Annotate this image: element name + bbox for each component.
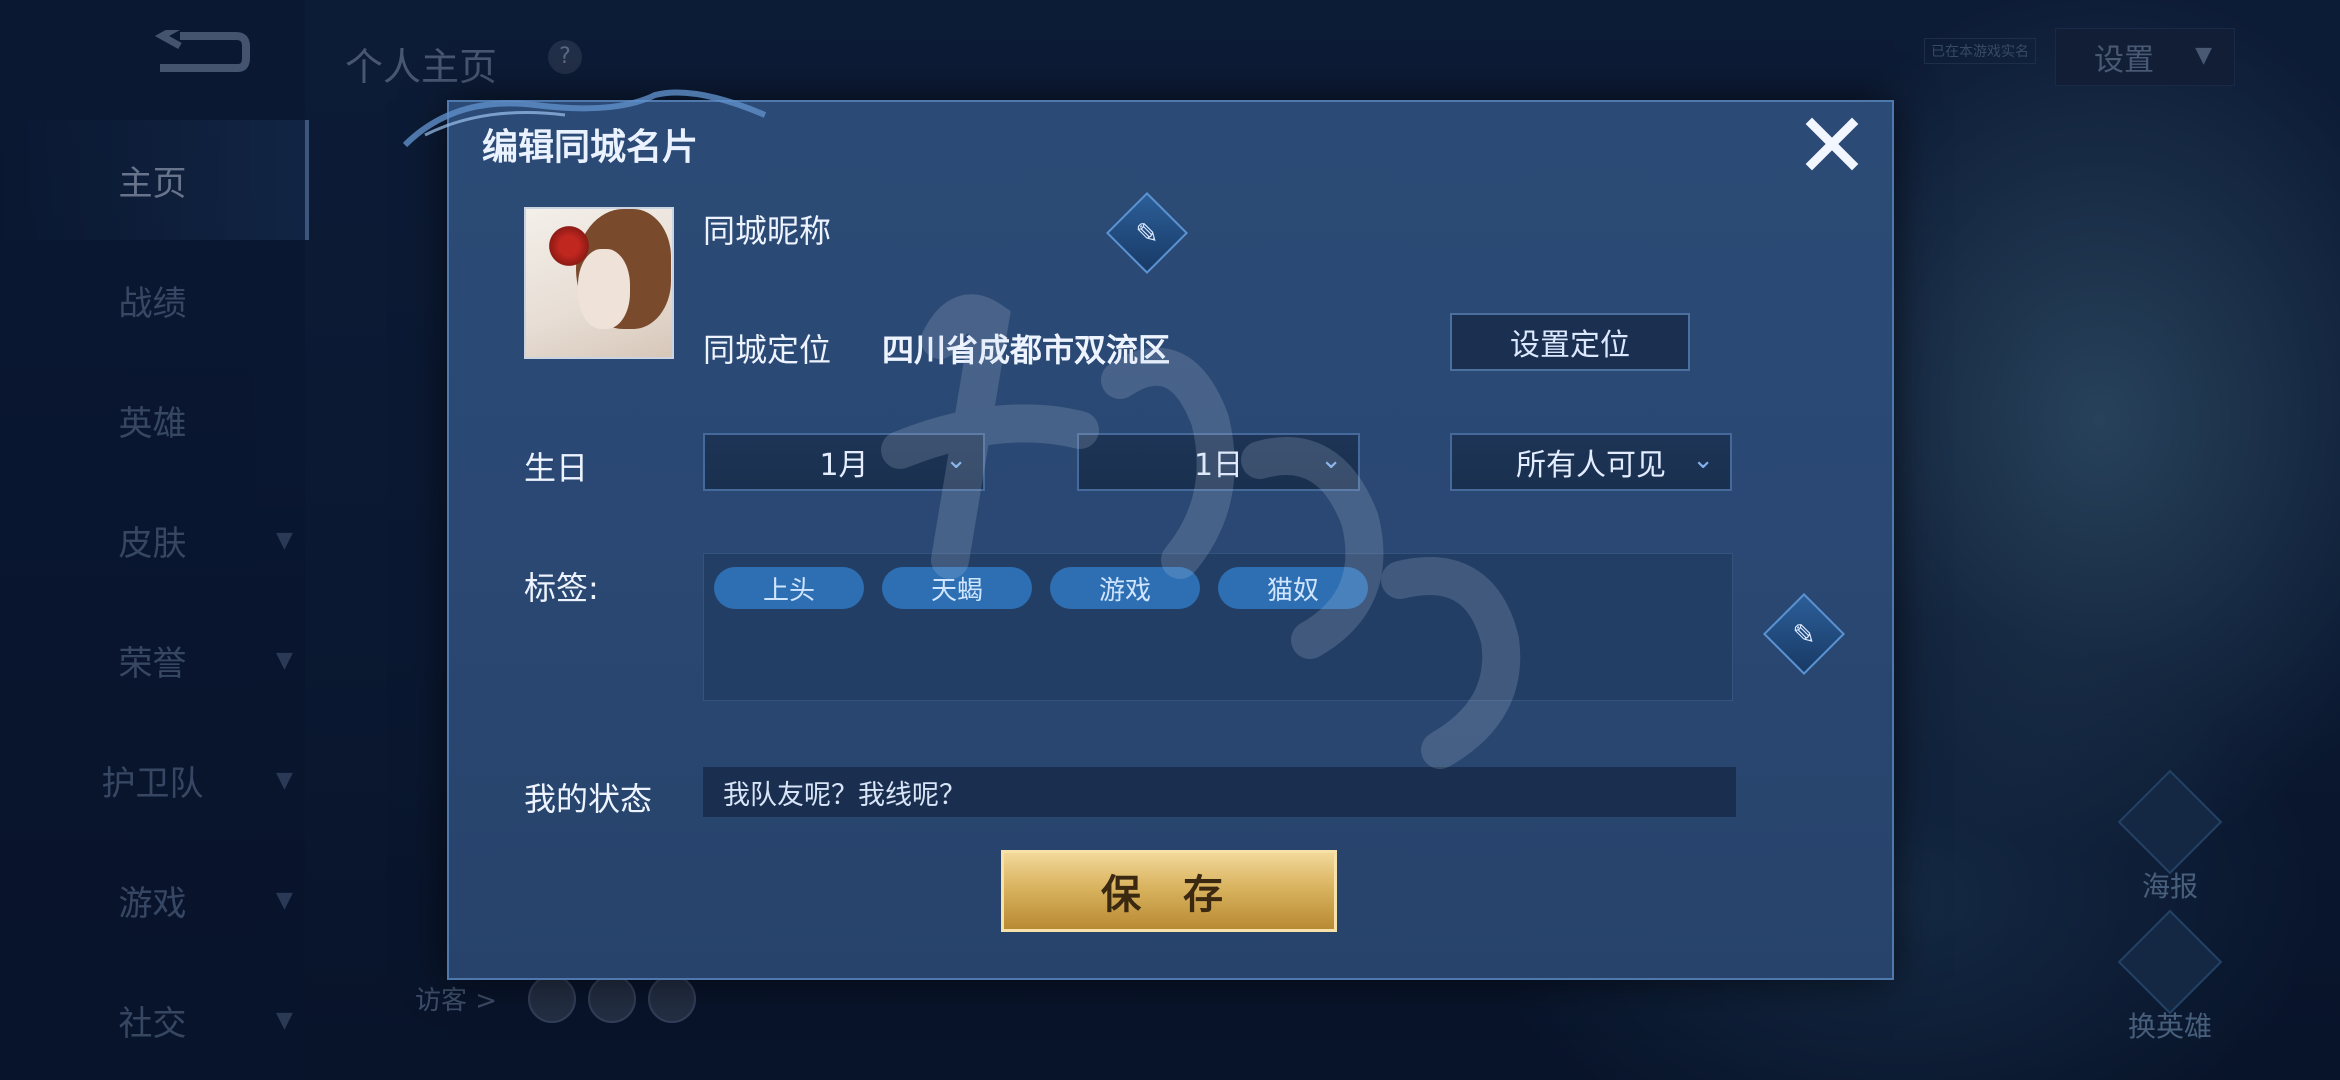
pencil-icon: ✎	[1135, 216, 1159, 250]
chevron-down-icon: ⌄	[1320, 445, 1342, 475]
nickname-label: 同城昵称	[703, 212, 832, 250]
set-location-button[interactable]: 设置定位	[1450, 313, 1690, 371]
birthday-label: 生日	[524, 449, 589, 487]
select-value: 1月	[819, 448, 869, 483]
select-value: 1日	[1193, 448, 1244, 483]
status-input[interactable]: 我队友呢？我线呢？	[703, 767, 1736, 817]
pencil-icon: ✎	[1792, 617, 1816, 651]
visibility-select[interactable]: 所有人可见 ⌄	[1450, 433, 1732, 491]
save-button[interactable]: 保 存	[1001, 850, 1337, 932]
status-label: 我的状态	[524, 780, 653, 818]
tag-chip[interactable]: 猫奴	[1218, 567, 1368, 609]
status-value: 我队友呢？我线呢？	[723, 779, 966, 811]
tag-chip[interactable]: 游戏	[1050, 567, 1200, 609]
dialog-title: 编辑同城名片	[482, 127, 699, 168]
location-value: 四川省成都市双流区	[882, 331, 1171, 369]
select-value: 所有人可见	[1516, 448, 1666, 483]
tag-chip[interactable]: 上头	[714, 567, 864, 609]
tag-chip[interactable]: 天蝎	[882, 567, 1032, 609]
birthday-month-select[interactable]: 1月 ⌄	[703, 433, 985, 491]
birthday-day-select[interactable]: 1日 ⌄	[1077, 433, 1360, 491]
avatar[interactable]	[524, 207, 674, 359]
chevron-down-icon: ⌄	[1692, 445, 1714, 475]
chevron-down-icon: ⌄	[945, 445, 967, 475]
avatar-flower	[546, 223, 592, 269]
close-icon[interactable]	[1800, 112, 1864, 176]
location-label: 同城定位	[703, 331, 832, 369]
tags-label: 标签:	[524, 569, 599, 607]
